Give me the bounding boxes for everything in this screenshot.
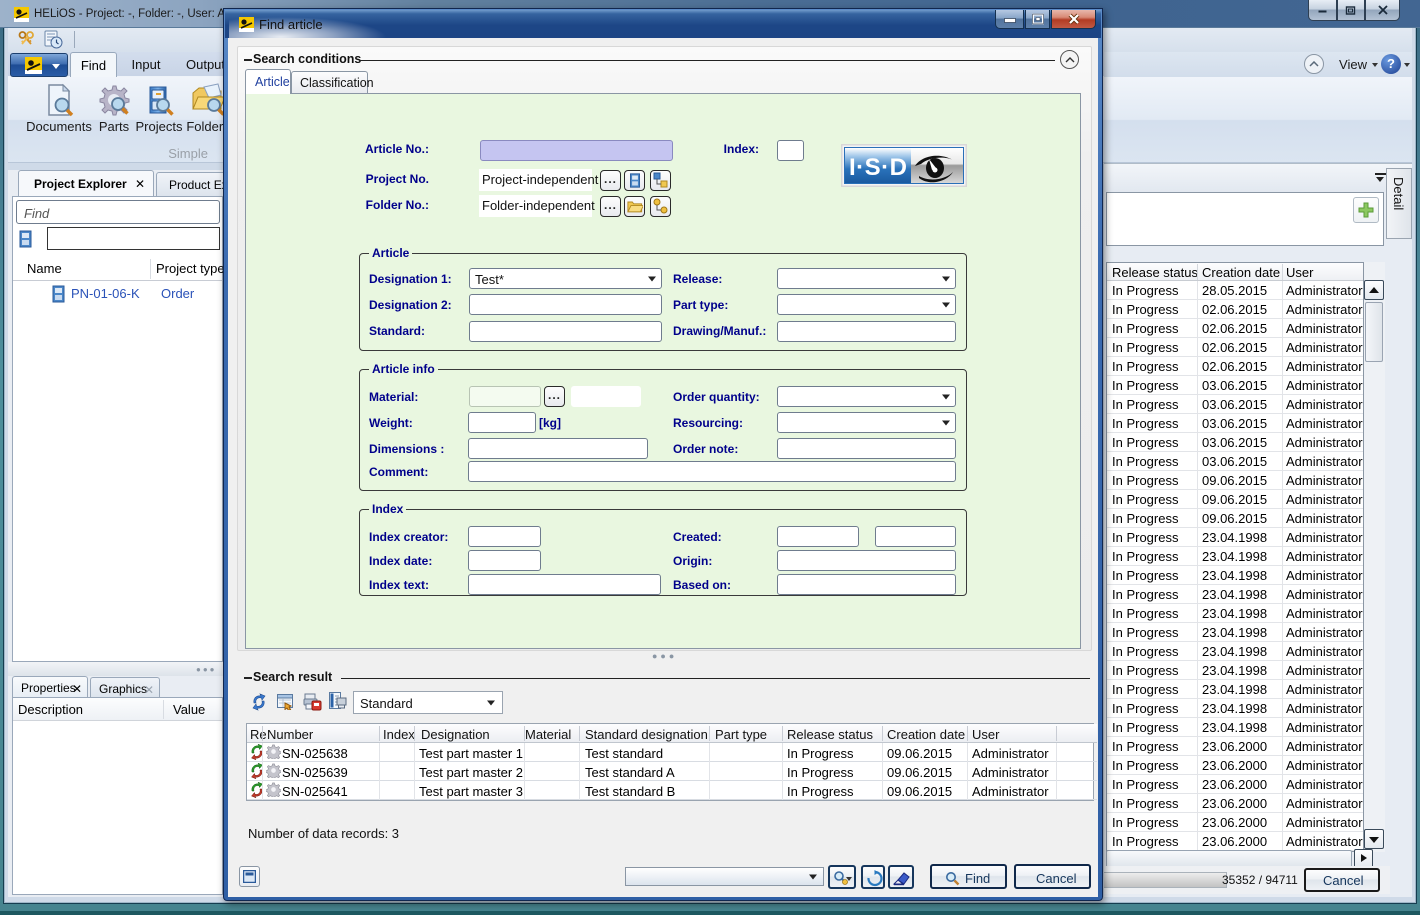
svg-text:I·S·D: I·S·D — [849, 154, 908, 181]
